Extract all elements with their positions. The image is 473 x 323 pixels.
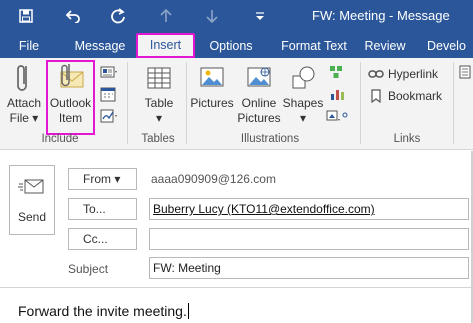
bookmark-button[interactable]: Bookmark xyxy=(368,87,442,105)
from-button[interactable]: From ▾ xyxy=(68,168,137,190)
undo-icon[interactable] xyxy=(63,6,83,26)
group-separator xyxy=(127,62,128,144)
group-separator xyxy=(186,62,187,144)
pictures-button[interactable]: Pictures xyxy=(189,60,235,111)
down-arrow-icon xyxy=(202,6,222,26)
table-icon xyxy=(147,67,171,89)
group-label-links: Links xyxy=(393,133,421,145)
screenshot-icon[interactable] xyxy=(326,108,348,126)
to-recipient[interactable]: Buberry Lucy (KTO11@extendoffice.com) xyxy=(153,202,375,216)
table-button[interactable]: Table ▾ xyxy=(138,60,180,126)
save-icon[interactable] xyxy=(16,6,36,26)
bookmark-icon xyxy=(371,89,381,103)
customize-qat-icon[interactable] xyxy=(250,6,270,26)
group-separator xyxy=(360,62,361,144)
title-bar: FW: Meeting - Message xyxy=(0,0,473,33)
cc-field[interactable] xyxy=(149,228,469,250)
tab-developer[interactable]: Develo xyxy=(427,36,473,57)
tab-file[interactable]: File xyxy=(12,36,46,57)
subject-field[interactable]: FW: Meeting xyxy=(149,257,469,279)
more-icon[interactable] xyxy=(458,64,473,82)
business-card-icon[interactable] xyxy=(100,64,118,82)
chart-icon[interactable] xyxy=(329,86,347,104)
tab-message[interactable]: Message xyxy=(68,36,132,57)
shapes-button[interactable]: Shapes ▾ xyxy=(282,60,324,126)
window-title: FW: Meeting - Message xyxy=(312,8,450,23)
shapes-icon xyxy=(292,66,315,89)
group-label-include: Include xyxy=(41,133,79,145)
up-arrow-icon xyxy=(156,6,176,26)
tab-options[interactable]: Options xyxy=(202,36,260,57)
redo-icon[interactable] xyxy=(108,6,128,26)
from-address: aaaa090909@126.com xyxy=(151,172,276,186)
message-body[interactable]: Forward the invite meeting. xyxy=(18,303,189,319)
compose-area: Send From ▾ aaaa090909@126.com To... Bub… xyxy=(0,151,473,323)
ribbon: Attach File ▾ Outlook Item Include Table… xyxy=(0,58,473,150)
hyperlink-icon xyxy=(368,70,384,78)
ribbon-tabs: File Message Insert Options Format Text … xyxy=(0,33,473,58)
to-field[interactable]: Buberry Lucy (KTO11@extendoffice.com) xyxy=(149,198,469,220)
header-divider xyxy=(0,287,473,288)
signature-icon[interactable] xyxy=(100,108,118,126)
paperclip-icon xyxy=(17,65,27,91)
smartart-icon[interactable] xyxy=(329,64,347,82)
tab-insert[interactable]: Insert xyxy=(136,33,195,58)
cc-button[interactable]: Cc... xyxy=(68,228,137,250)
outlook-item-button[interactable]: Outlook Item xyxy=(46,60,95,135)
online-pictures-button[interactable]: Online Pictures xyxy=(236,60,282,126)
group-separator xyxy=(453,62,454,144)
online-picture-icon xyxy=(247,67,271,87)
attach-file-button[interactable]: Attach File ▾ xyxy=(3,60,45,126)
group-label-illustrations: Illustrations xyxy=(240,133,300,145)
outlook-item-icon xyxy=(60,64,83,88)
tab-review[interactable]: Review xyxy=(362,36,408,57)
hyperlink-button[interactable]: Hyperlink xyxy=(368,65,438,83)
subject-label: Subject xyxy=(68,262,109,276)
send-button[interactable]: Send xyxy=(9,165,55,235)
to-button[interactable]: To... xyxy=(68,198,137,220)
send-icon xyxy=(18,179,44,194)
calendar-icon[interactable] xyxy=(100,86,118,104)
text-caret xyxy=(187,303,189,319)
group-label-tables: Tables xyxy=(141,133,175,145)
picture-icon xyxy=(200,67,224,87)
tab-format-text[interactable]: Format Text xyxy=(275,36,353,57)
